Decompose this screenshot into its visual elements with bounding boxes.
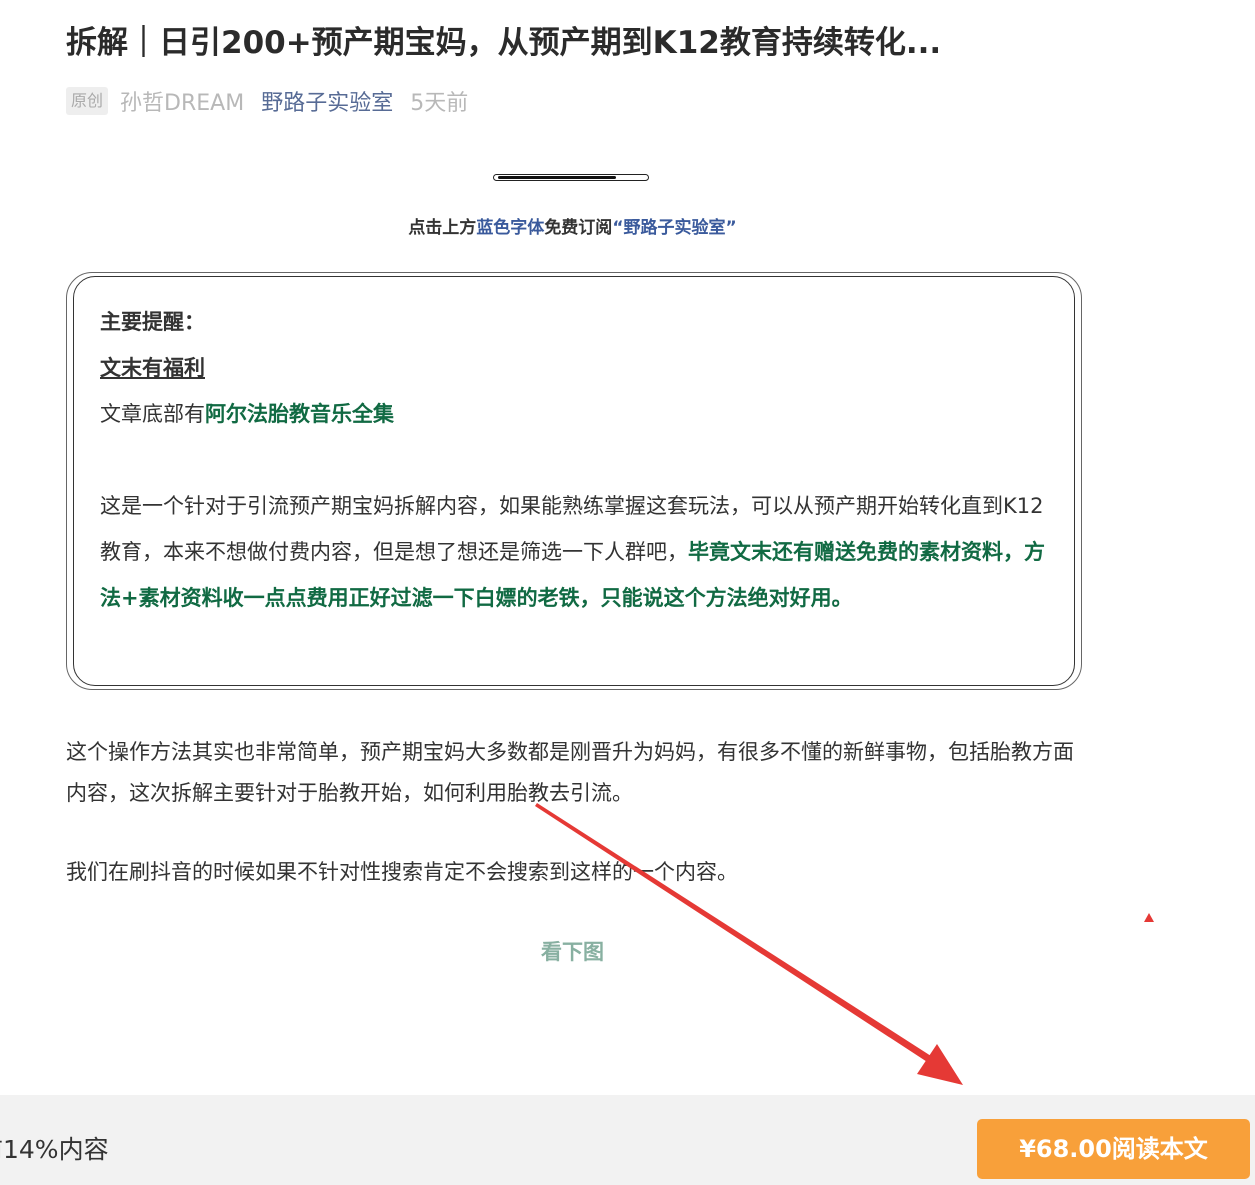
subscribe-middle: 免费订阅	[544, 218, 613, 238]
article-page: 拆解｜日引200+预产期宝妈，从预产期到K12教育持续转化... 原创 孙哲DR…	[0, 0, 1255, 1185]
account-link[interactable]: 野路子实验室	[261, 85, 393, 117]
arrow-head	[917, 1044, 963, 1085]
notice-heading: 主要提醒：	[100, 310, 205, 334]
notice-paragraph: 这是一个针对于引流预产期宝妈拆解内容，如果能熟练掌握这套玩法，可以从预产期开始转…	[100, 483, 1050, 621]
notice-music-highlight: 阿尔法胎教音乐全集	[205, 402, 394, 426]
subscribe-prefix: 点击上方	[408, 218, 477, 238]
notice-line3: 文章底部有阿尔法胎教音乐全集	[100, 391, 1050, 437]
see-below-label: 看下图	[541, 940, 604, 964]
subscribe-prompt: 点击上方蓝色字体免费订阅“野路子实验室”	[0, 214, 1145, 242]
notice-welfare: 文末有福利	[100, 356, 205, 380]
subscribe-blue-text: 蓝色字体	[476, 218, 545, 238]
red-triangle-icon	[1144, 913, 1154, 922]
body-paragraph-1: 这个操作方法其实也非常简单，预产期宝妈大多数都是刚晋升为妈妈，有很多不懂的新鲜事…	[66, 740, 1074, 805]
pay-read-button[interactable]: ¥68.00阅读本文	[977, 1119, 1250, 1179]
subscribe-account: “野路子实验室”	[612, 218, 737, 238]
paywall-preview-text: 前14%内容	[0, 1135, 109, 1164]
original-tag: 原创	[66, 87, 109, 115]
decorative-divider	[493, 174, 649, 181]
article-meta: 原创 孙哲DREAM 野路子实验室 5天前	[66, 84, 468, 118]
notice-box: 主要提醒： 文末有福利 文章底部有阿尔法胎教音乐全集 这是一个针对于引流预产期宝…	[66, 272, 1082, 690]
notice-line3-prefix: 文章底部有	[100, 402, 205, 426]
notice-content: 主要提醒： 文末有福利 文章底部有阿尔法胎教音乐全集 这是一个针对于引流预产期宝…	[100, 299, 1050, 621]
article-title: 拆解｜日引200+预产期宝妈，从预产期到K12教育持续转化...	[66, 25, 942, 61]
body-paragraph-2: 我们在刷抖音的时候如果不针对性搜索肯定不会搜索到这样的一个内容。	[66, 860, 738, 884]
publish-time: 5天前	[410, 91, 469, 116]
divider-fill	[498, 176, 616, 179]
author-name: 孙哲DREAM	[120, 91, 245, 116]
